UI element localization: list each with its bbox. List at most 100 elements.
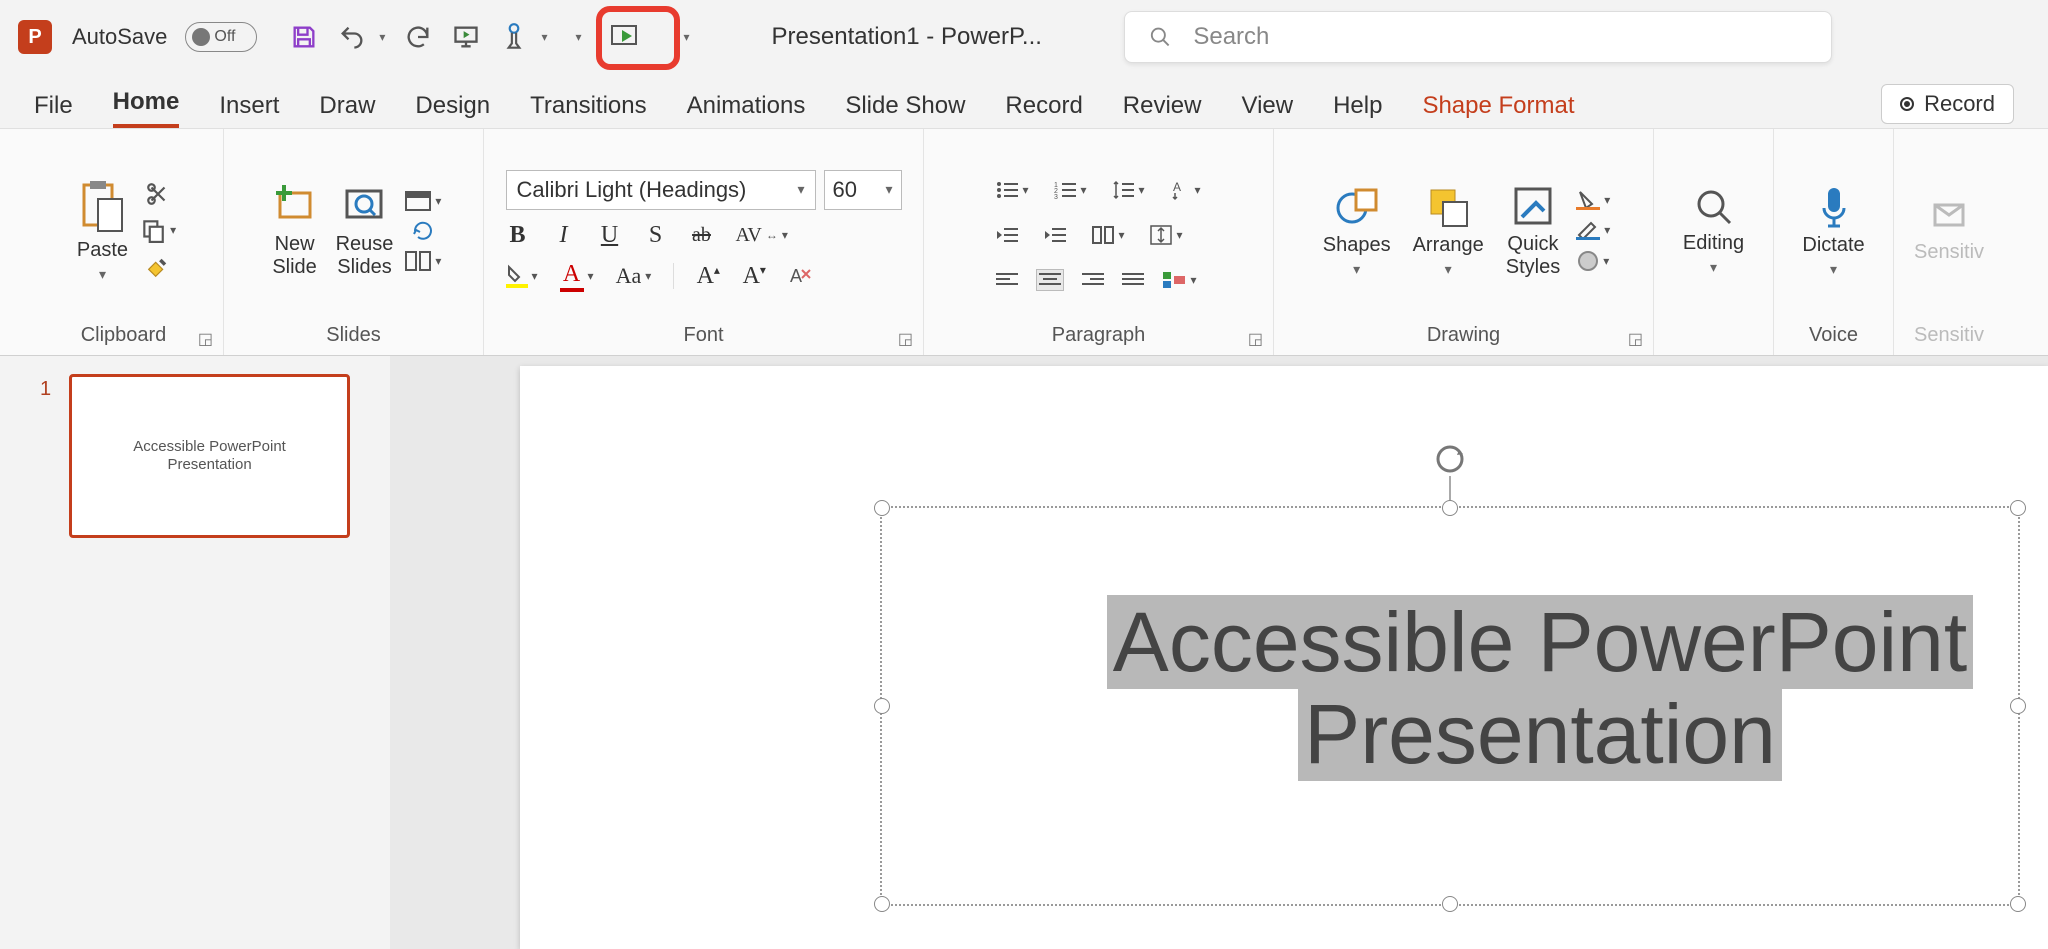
group-sensitivity-label: Sensitiv: [1914, 324, 1984, 351]
format-painter-button[interactable]: [144, 253, 172, 281]
resize-handle-ne[interactable]: [2010, 500, 2026, 516]
section-button[interactable]: ▾: [405, 251, 441, 271]
shape-effects-button[interactable]: ▾: [1577, 250, 1609, 272]
arrange-button[interactable]: Arrange▾: [1407, 184, 1490, 278]
present-from-beginning-icon[interactable]: [451, 22, 481, 52]
cut-button[interactable]: [145, 181, 171, 207]
tab-record[interactable]: Record: [1005, 92, 1082, 128]
slide-canvas-area[interactable]: Accessible PowerPoint Presentation: [390, 356, 2048, 949]
align-center-button[interactable]: [1036, 269, 1064, 291]
drawing-launcher-icon[interactable]: ◲: [1628, 329, 1643, 349]
group-font: Calibri Light (Headings)▾ 60▾ B I U S ab…: [484, 129, 924, 355]
tab-animations[interactable]: Animations: [687, 92, 806, 128]
font-launcher-icon[interactable]: ◲: [898, 329, 913, 349]
shrink-font-button[interactable]: A▾: [742, 263, 766, 290]
tab-home[interactable]: Home: [113, 88, 180, 128]
slide-title-text[interactable]: Accessible PowerPoint Presentation: [1030, 596, 2048, 781]
dictate-button[interactable]: Dictate▾: [1796, 184, 1870, 278]
undo-icon[interactable]: [337, 22, 367, 52]
numbering-button[interactable]: 123▾: [1054, 181, 1086, 199]
reuse-slides-button[interactable]: Reuse Slides: [330, 183, 400, 279]
resize-handle-w[interactable]: [874, 698, 890, 714]
search-input[interactable]: [1191, 22, 1807, 52]
shape-outline-button[interactable]: ▾: [1576, 220, 1610, 240]
tab-shape-format[interactable]: Shape Format: [1422, 92, 1574, 128]
undo-dropdown-icon[interactable]: ▾: [379, 30, 385, 44]
redo-icon[interactable]: [403, 22, 433, 52]
rotate-handle-icon[interactable]: [1433, 442, 1467, 476]
tab-insert[interactable]: Insert: [219, 92, 279, 128]
increase-indent-button[interactable]: [1044, 226, 1066, 244]
grow-font-button[interactable]: A▴: [696, 263, 720, 290]
qat-more-icon[interactable]: ▾: [575, 30, 581, 44]
tab-transitions[interactable]: Transitions: [530, 92, 646, 128]
arrange-label: Arrange: [1413, 234, 1484, 257]
slide[interactable]: Accessible PowerPoint Presentation: [520, 366, 2048, 949]
tab-slideshow[interactable]: Slide Show: [845, 92, 965, 128]
tab-view[interactable]: View: [1242, 92, 1294, 128]
touch-dropdown-icon[interactable]: ▾: [541, 30, 547, 44]
resize-handle-nw[interactable]: [874, 500, 890, 516]
qat-customize-icon[interactable]: ▾: [684, 30, 690, 44]
clear-formatting-button[interactable]: A: [788, 264, 812, 288]
tab-draw[interactable]: Draw: [319, 92, 375, 128]
sensitivity-button[interactable]: Sensitiv: [1908, 197, 1990, 264]
editing-button[interactable]: Editing▾: [1677, 186, 1750, 276]
shapes-button[interactable]: Shapes▾: [1317, 184, 1397, 278]
resize-handle-n[interactable]: [1442, 500, 1458, 516]
layout-button[interactable]: ▾: [405, 191, 441, 211]
resize-handle-s[interactable]: [1442, 896, 1458, 912]
slide-thumbnail-panel[interactable]: 1 Accessible PowerPoint Presentation: [0, 356, 390, 949]
new-slide-button[interactable]: New Slide: [266, 183, 324, 279]
paragraph-launcher-icon[interactable]: ◲: [1248, 329, 1263, 349]
copy-button[interactable]: ▾: [140, 217, 176, 243]
autosave-toggle[interactable]: Off: [185, 22, 257, 52]
shape-fill-button[interactable]: ▾: [1576, 190, 1610, 210]
new-slide-label: New Slide: [272, 233, 316, 279]
record-button[interactable]: Record: [1881, 84, 2014, 124]
group-paragraph-label: Paragraph: [1052, 324, 1145, 351]
reset-button[interactable]: [411, 221, 435, 241]
align-right-button[interactable]: [1082, 272, 1104, 288]
tab-review[interactable]: Review: [1123, 92, 1202, 128]
save-icon[interactable]: [289, 22, 319, 52]
justify-button[interactable]: [1122, 272, 1144, 288]
font-size-combo[interactable]: 60▾: [824, 170, 902, 210]
highlight-color-button[interactable]: ▾: [506, 264, 538, 288]
svg-text:A: A: [790, 266, 802, 286]
quick-styles-button[interactable]: Quick Styles: [1500, 183, 1566, 279]
strikethrough-button[interactable]: ab: [690, 224, 714, 247]
resize-handle-sw[interactable]: [874, 896, 890, 912]
italic-button[interactable]: I: [552, 222, 576, 249]
change-case-button[interactable]: Aa▾: [616, 263, 652, 289]
char-spacing-button[interactable]: AV↔▾: [736, 224, 788, 247]
tab-help[interactable]: Help: [1333, 92, 1382, 128]
slide-thumbnail-1[interactable]: Accessible PowerPoint Presentation: [69, 374, 350, 538]
work-area: 1 Accessible PowerPoint Presentation: [0, 356, 2048, 949]
search-box[interactable]: [1124, 11, 1832, 63]
font-name-combo[interactable]: Calibri Light (Headings)▾: [506, 170, 816, 210]
align-left-button[interactable]: [996, 272, 1018, 288]
touch-mode-icon[interactable]: [499, 22, 529, 52]
paste-button[interactable]: Paste ▾: [71, 179, 134, 283]
title-bar: P AutoSave Off ▾ ▾ ▾ ▾ Presentation1 - P…: [0, 0, 2048, 74]
group-font-label: Font: [683, 324, 723, 351]
svg-text:3: 3: [1054, 194, 1058, 199]
text-shadow-button[interactable]: S: [644, 222, 668, 249]
resize-handle-se[interactable]: [2010, 896, 2026, 912]
bullets-button[interactable]: ▾: [996, 181, 1028, 199]
bold-button[interactable]: B: [506, 222, 530, 249]
columns-button[interactable]: ▾: [1092, 226, 1124, 244]
align-text-button[interactable]: ▾: [1150, 225, 1182, 245]
font-color-button[interactable]: A▾: [560, 261, 594, 292]
shapes-label: Shapes: [1323, 234, 1391, 257]
tab-file[interactable]: File: [34, 92, 73, 128]
text-direction-button[interactable]: A▾: [1171, 179, 1201, 201]
decrease-indent-button[interactable]: [996, 226, 1018, 244]
underline-button[interactable]: U: [598, 222, 622, 249]
clipboard-launcher-icon[interactable]: ◲: [198, 329, 213, 349]
smartart-convert-button[interactable]: ▾: [1162, 271, 1196, 289]
tab-design[interactable]: Design: [415, 92, 490, 128]
group-clipboard-label: Clipboard: [81, 324, 167, 351]
line-spacing-button[interactable]: ▾: [1113, 180, 1145, 200]
